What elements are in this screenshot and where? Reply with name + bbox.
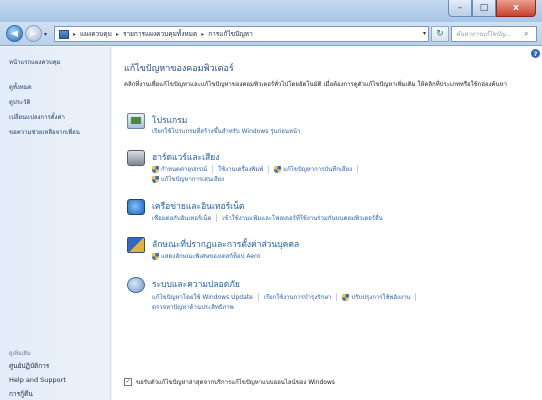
sidebar-link-action-center[interactable]: ศูนย์ปฏิบัติการ [9, 361, 66, 371]
uac-shield-icon [152, 252, 159, 260]
category-title-appearance-personalization[interactable]: ลักษณะที่ปรากฏและการตั้งค่าส่วนบุคคล [152, 237, 299, 251]
page-description: คลิกที่งานเพื่อแก้ไขปัญหาและแก้ไขปัญหาขอ… [124, 81, 507, 88]
sidebar-link-control-panel-home[interactable]: หน้าแรกแผงควบคุม [9, 57, 61, 67]
sidebar-link-help-and-support[interactable]: Help and Support [9, 376, 66, 384]
see-also-links: ศูนย์ปฏิบัติการ Help and Support การกู้ค… [9, 361, 66, 399]
task-link-windows-update[interactable]: แก้ไขปัญหาโดยใช้ Windows Update [152, 292, 253, 302]
category-links: กำหนดค่าอุปกรณ์ ใช้งานเครื่องพิมพ์ แก้ไข… [152, 164, 363, 174]
category-links: เรียกใช้โปรแกรมที่สร้างขึ้นสำหรับ Window… [152, 126, 300, 136]
breadcrumb-troubleshooting[interactable]: การแก้ไขปัญหา [208, 29, 253, 39]
task-link-check-performance[interactable]: ตรวจหาปัญหาด้านประสิทธิภาพ [152, 302, 234, 312]
category-title-programs[interactable]: โปรแกรม [152, 113, 187, 127]
address-bar[interactable]: ▸ แผงควบคุม ▸ รายการแผงควบคุมทั้งหมด ▸ ก… [54, 26, 429, 42]
link-divider [357, 165, 359, 173]
minimize-button[interactable]: – [448, 0, 472, 17]
forward-button[interactable]: ▶ [25, 25, 42, 42]
caption-buttons: – □ x [448, 0, 536, 17]
uac-shield-icon [342, 293, 350, 301]
sidebar-link-get-help-from-friend[interactable]: ขอความช่วยเหลือจากเพื่อน [9, 127, 80, 137]
sidebar-link-view-all[interactable]: ดูทั้งหมด [9, 82, 80, 92]
left-pane: หน้าแรกแผงควบคุม ดูทั้งหมด ดูประวัติ เปล… [0, 47, 111, 400]
control-panel-icon [59, 29, 69, 39]
task-link-access-shared-folders[interactable]: เข้าใช้งานแฟ้มและโฟลเดอร์ที่ใช้งานร่วมกั… [222, 213, 383, 223]
online-troubleshooting-checkbox[interactable]: ✓ [124, 378, 132, 386]
online-troubleshooting-label[interactable]: ขอรับตัวแก้ไขปัญหาล่าสุดจากบริการแก้ไขปั… [136, 377, 335, 387]
recent-pages-dropdown[interactable]: ▾ [44, 31, 47, 38]
network-internet-icon[interactable] [127, 199, 145, 215]
task-link-run-maintenance[interactable]: เรียกใช้งานการบำรุงรักษา [264, 292, 332, 302]
see-also-heading: ดูเพิ่มเติม [9, 351, 31, 357]
control-panel-window: – □ x ◀ ▶ ▾ ▸ แผงควบคุม ▸ รายการแผงควบคุ… [0, 0, 542, 400]
uac-shield-icon [274, 165, 282, 173]
main-content: แก้ไขปัญหาของคอมพิวเตอร์ คลิกที่งานเพื่อ… [112, 47, 542, 400]
title-bar: – □ x [0, 0, 542, 22]
task-link-configure-device[interactable]: กำหนดค่าอุปกรณ์ [152, 164, 207, 174]
sidebar-link-view-history[interactable]: ดูประวัติ [9, 97, 80, 107]
link-divider [336, 293, 338, 301]
hardware-sound-icon[interactable] [127, 150, 145, 166]
search-input[interactable]: ค้นหาการแก้ไขปัญ... [456, 29, 524, 39]
category-title-network-internet[interactable]: เครือข่ายและอินเทอร์เน็ต [152, 199, 244, 213]
category-links: ตรวจหาปัญหาด้านประสิทธิภาพ [152, 302, 234, 312]
back-button[interactable]: ◀ [6, 25, 23, 42]
navigation-bar: ◀ ▶ ▾ ▸ แผงควบคุม ▸ รายการแผงควบคุมทั้งห… [0, 22, 542, 46]
category-links: แสดงลักษณะพิเศษของเดสก์ท็อป Aero [152, 251, 260, 261]
task-link-troubleshoot-audio-playback[interactable]: แก้ไขปัญหาการเล่นเสียง [152, 174, 224, 184]
search-box[interactable]: ค้นหาการแก้ไขปัญ... ⌕ [451, 26, 537, 42]
sidebar-link-recovery[interactable]: การกู้คืน [9, 389, 66, 399]
address-dropdown-icon[interactable]: ▾ [423, 30, 426, 37]
breadcrumb-separator[interactable]: ▸ [116, 31, 119, 38]
maximize-button[interactable]: □ [472, 0, 496, 17]
sidebar-link-change-settings[interactable]: เปลี่ยนแปลงการตั้งค่า [9, 112, 80, 122]
uac-shield-icon [152, 165, 159, 173]
breadcrumb-all-items[interactable]: รายการแผงควบคุมทั้งหมด [123, 29, 197, 39]
appearance-personalization-icon[interactable] [127, 237, 145, 253]
search-icon[interactable]: ⌕ [524, 29, 536, 39]
close-button[interactable]: x [496, 0, 536, 17]
programs-icon[interactable] [127, 113, 145, 129]
link-divider [415, 293, 417, 301]
task-link-improve-power-usage[interactable]: ปรับปรุงการใช้พลังงาน [342, 292, 410, 302]
category-title-system-security[interactable]: ระบบและความปลอดภัย [152, 277, 240, 291]
link-divider [268, 165, 270, 173]
link-divider [257, 293, 259, 301]
system-security-icon[interactable] [127, 277, 145, 293]
category-links: แก้ไขปัญหาการเล่นเสียง [152, 174, 224, 184]
page-title: แก้ไขปัญหาของคอมพิวเตอร์ [124, 64, 234, 74]
refresh-button[interactable]: ↻ [431, 26, 449, 42]
category-links: เชื่อมต่อกับอินเทอร์เน็ต เข้าใช้งานแฟ้มแ… [152, 213, 383, 223]
category-title-hardware-sound[interactable]: ฮาร์ดแวร์และเสียง [152, 150, 219, 164]
breadcrumb-separator[interactable]: ▸ [201, 31, 204, 38]
breadcrumb-control-panel[interactable]: แผงควบคุม [80, 29, 112, 39]
breadcrumb-separator[interactable]: ▸ [73, 31, 76, 38]
link-divider [212, 165, 214, 173]
link-divider [216, 214, 218, 222]
task-link-troubleshoot-audio-recording[interactable]: แก้ไขปัญหาการบันทึกเสียง [274, 164, 352, 174]
help-icon[interactable]: ? [531, 49, 540, 58]
uac-shield-icon [152, 175, 159, 183]
sidebar-links: ดูทั้งหมด ดูประวัติ เปลี่ยนแปลงการตั้งค่… [9, 82, 80, 137]
task-link-display-aero-effects[interactable]: แสดงลักษณะพิเศษของเดสก์ท็อป Aero [152, 251, 260, 261]
category-links: แก้ไขปัญหาโดยใช้ Windows Update เรียกใช้… [152, 292, 421, 302]
task-link-run-older-programs[interactable]: เรียกใช้โปรแกรมที่สร้างขึ้นสำหรับ Window… [152, 126, 300, 136]
task-link-use-printer[interactable]: ใช้งานเครื่องพิมพ์ [218, 164, 263, 174]
online-troubleshooting-option: ✓ ขอรับตัวแก้ไขปัญหาล่าสุดจากบริการแก้ไข… [124, 377, 335, 387]
task-link-connect-to-internet[interactable]: เชื่อมต่อกับอินเทอร์เน็ต [152, 213, 211, 223]
